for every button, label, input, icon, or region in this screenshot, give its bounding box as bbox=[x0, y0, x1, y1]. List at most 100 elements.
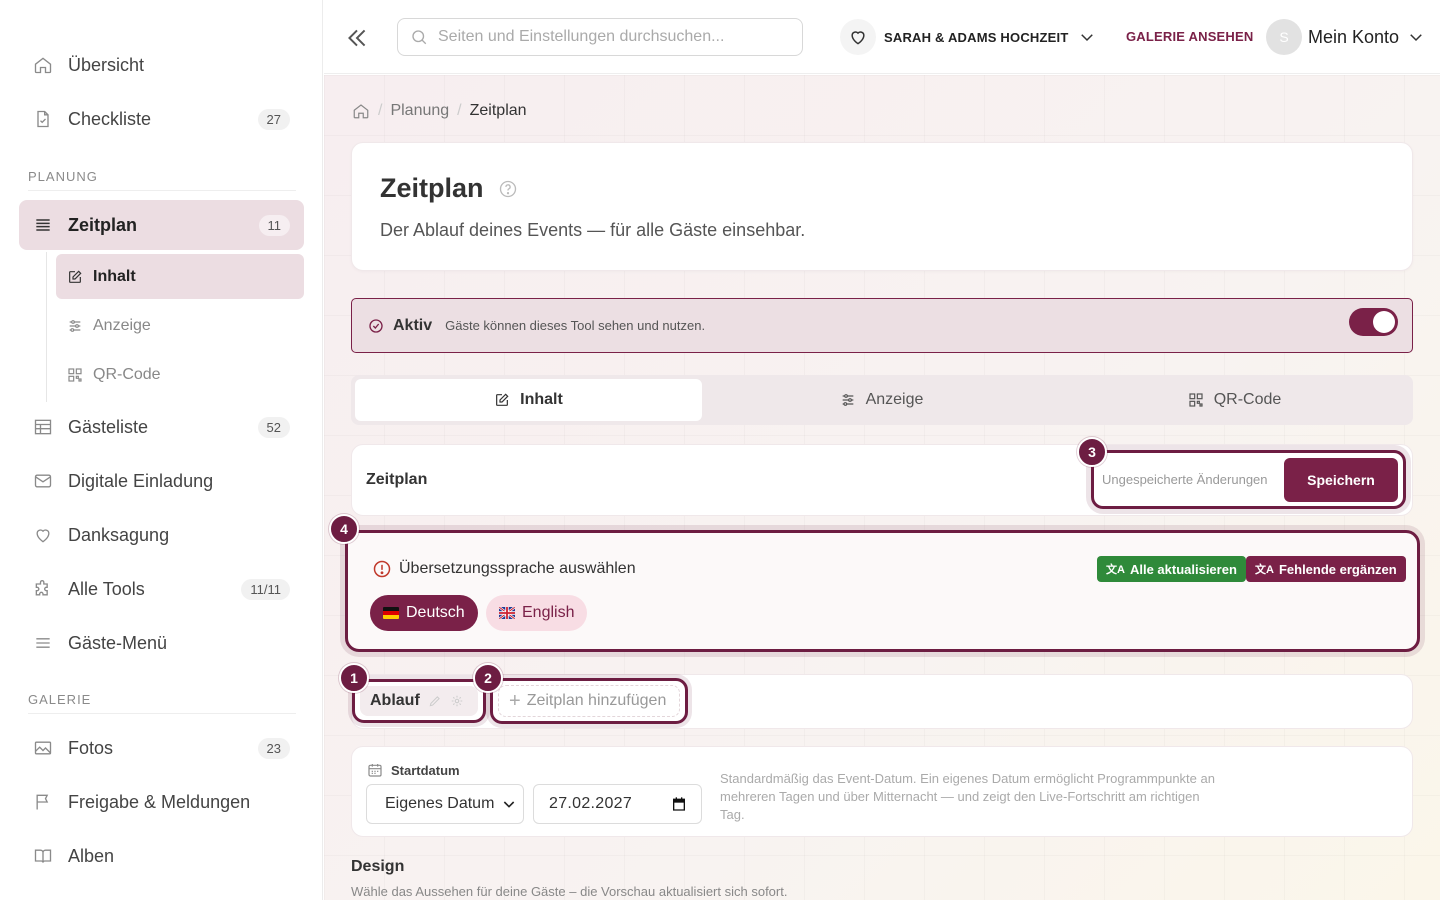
book-icon bbox=[33, 846, 53, 866]
tab-inhalt[interactable]: Inhalt bbox=[355, 379, 702, 421]
search-input[interactable]: Seiten und Einstellungen durchsuchen... bbox=[397, 18, 803, 56]
sidebar-item-label: Zeitplan bbox=[68, 214, 138, 235]
save-button[interactable]: Speichern bbox=[1284, 457, 1398, 502]
sidebar-subitem-qr-code[interactable]: QR-Code bbox=[56, 352, 304, 397]
sidebar-item-gaesteliste[interactable]: Gästeliste 52 bbox=[19, 402, 304, 452]
tab-qr-code[interactable]: QR-Code bbox=[1061, 379, 1408, 421]
sidebar: Übersicht Checkliste 27 PLANUNG Zeitplan… bbox=[0, 0, 323, 900]
breadcrumb-current: Zeitplan bbox=[469, 102, 527, 119]
tab-label: Anzeige bbox=[865, 391, 924, 408]
count-badge: 52 bbox=[257, 416, 290, 438]
sidebar-item-danksagung[interactable]: Danksagung bbox=[19, 510, 304, 560]
chevron-down-icon bbox=[1407, 28, 1425, 46]
puzzle-icon bbox=[33, 579, 53, 599]
chevron-down-icon bbox=[501, 796, 517, 812]
image-icon bbox=[33, 738, 53, 758]
date-value: 27.02.2027 bbox=[549, 795, 633, 812]
help-icon[interactable] bbox=[498, 179, 518, 199]
sidebar-item-alben[interactable]: Alben bbox=[19, 831, 304, 881]
translate-icon: 文A bbox=[1106, 564, 1125, 576]
pencil-icon[interactable] bbox=[428, 694, 442, 708]
sidebar-subitem-anzeige[interactable]: Anzeige bbox=[56, 303, 304, 348]
sidebar-item-label: Checkliste bbox=[68, 108, 152, 129]
event-name: SARAH & ADAMS HOCHZEIT bbox=[884, 29, 1069, 45]
date-mode-select[interactable]: Eigenes Datum bbox=[366, 784, 524, 824]
update-all-button[interactable]: 文A Alle aktualisieren bbox=[1097, 556, 1246, 582]
sidebar-subitem-inhalt[interactable]: Inhalt bbox=[56, 254, 304, 299]
sidebar-subitem-label: QR-Code bbox=[93, 365, 161, 383]
calendar-icon bbox=[367, 762, 383, 778]
save-bar-highlight: Ungespeicherte Änderungen Speichern bbox=[1091, 450, 1406, 509]
add-schedule-highlight: + Zeitplan hinzufügen bbox=[490, 678, 688, 724]
callout-badge: 2 bbox=[473, 663, 503, 693]
sidebar-item-label: Alben bbox=[68, 845, 115, 866]
sidebar-item-checkliste[interactable]: Checkliste 27 bbox=[19, 94, 304, 144]
heart-icon bbox=[840, 19, 876, 55]
language-chip-english[interactable]: English bbox=[486, 595, 588, 631]
breadcrumb-item[interactable]: Planung bbox=[390, 102, 449, 120]
tab-label: Inhalt bbox=[520, 391, 563, 408]
translation-title-text: Übersetzungssprache auswählen bbox=[399, 560, 636, 577]
view-gallery-link[interactable]: GALERIE ANSEHEN bbox=[1126, 29, 1253, 44]
sidebar-item-label: Danksagung bbox=[68, 524, 170, 545]
translation-panel: Übersetzungssprache auswählen 文A Alle akt… bbox=[345, 530, 1420, 652]
add-schedule-label: Zeitplan hinzufügen bbox=[526, 692, 667, 709]
sidebar-subitem-label: Anzeige bbox=[93, 316, 151, 334]
status-banner: Aktiv Gäste können dieses Tool sehen und… bbox=[351, 298, 1413, 353]
breadcrumb-separator: / bbox=[457, 102, 462, 119]
sidebar-item-alle-tools[interactable]: Alle Tools 11/11 bbox=[19, 564, 304, 614]
search-icon bbox=[410, 28, 428, 46]
breadcrumb-separator: / bbox=[378, 102, 383, 119]
sidebar-item-label: Alle Tools bbox=[68, 578, 145, 599]
page-title-text: Zeitplan bbox=[380, 173, 484, 203]
start-date-label: Startdatum bbox=[367, 762, 460, 778]
sliders-icon bbox=[67, 318, 83, 334]
alert-circle-icon bbox=[372, 559, 392, 579]
count-badge: 11 bbox=[258, 214, 290, 236]
sidebar-item-gaeste-menue[interactable]: Gäste-Menü bbox=[19, 618, 304, 668]
active-toggle[interactable] bbox=[1349, 308, 1398, 336]
start-date-hint: Standardmäßig das Event-Datum. Ein eigen… bbox=[720, 771, 1215, 822]
sidebar-item-fotos[interactable]: Fotos 23 bbox=[19, 723, 304, 773]
design-section-title: Design bbox=[351, 858, 405, 875]
design-section-description: Wähle das Aussehen für deine Gäste – die… bbox=[351, 884, 788, 899]
menu-icon bbox=[33, 633, 53, 653]
count-badge: 27 bbox=[257, 108, 290, 130]
schedule-tab-ablauf[interactable]: Ablauf bbox=[360, 686, 478, 716]
page-header-card: Zeitplan Der Ablauf deines Events — für … bbox=[351, 142, 1413, 271]
fill-missing-button[interactable]: 文A Fehlende ergänzen bbox=[1246, 556, 1406, 582]
tab-label: QR-Code bbox=[1213, 391, 1282, 408]
sidebar-item-digitale-einladung[interactable]: Digitale Einladung bbox=[19, 456, 304, 506]
tab-bar: Inhalt Anzeige QR-Code bbox=[351, 375, 1413, 425]
submenu-line bbox=[46, 252, 47, 402]
sidebar-item-freigabe[interactable]: Freigabe & Meldungen bbox=[19, 777, 304, 827]
gear-icon[interactable] bbox=[450, 694, 464, 708]
sidebar-subitem-label: Inhalt bbox=[93, 267, 136, 285]
flag-icon bbox=[33, 792, 53, 812]
add-schedule-button[interactable]: + Zeitplan hinzufügen bbox=[498, 685, 680, 717]
start-date-input[interactable]: 27.02.2027 bbox=[533, 784, 702, 824]
start-date-label-text: Startdatum bbox=[391, 762, 460, 778]
home-icon[interactable] bbox=[352, 102, 370, 120]
callout-badge: 4 bbox=[329, 514, 359, 544]
button-label: Fehlende ergänzen bbox=[1278, 561, 1397, 577]
button-label: Alle aktualisieren bbox=[1129, 561, 1237, 577]
qr-icon bbox=[1188, 392, 1204, 408]
check-circle-icon bbox=[368, 318, 384, 334]
avatar: S bbox=[1266, 19, 1302, 55]
sidebar-item-label: Freigabe & Meldungen bbox=[68, 791, 251, 812]
tab-anzeige[interactable]: Anzeige bbox=[708, 379, 1055, 421]
calendar-icon[interactable] bbox=[671, 796, 687, 812]
flag-de-icon bbox=[383, 607, 399, 619]
edit-icon bbox=[67, 269, 83, 285]
sidebar-item-zeitplan[interactable]: Zeitplan 11 bbox=[19, 200, 304, 250]
schedule-tab-highlight: Ablauf bbox=[352, 679, 486, 723]
language-chip-deutsch[interactable]: Deutsch bbox=[370, 595, 478, 631]
sidebar-item-uebersicht[interactable]: Übersicht bbox=[19, 40, 304, 90]
callout-badge: 3 bbox=[1077, 437, 1107, 467]
account-menu[interactable]: S Mein Konto bbox=[1266, 18, 1425, 56]
collapse-sidebar-icon[interactable] bbox=[344, 25, 370, 51]
heart-icon bbox=[33, 525, 53, 545]
event-switcher[interactable]: SARAH & ADAMS HOCHZEIT bbox=[840, 18, 1096, 56]
top-bar: Seiten und Einstellungen durchsuchen... … bbox=[324, 0, 1440, 74]
